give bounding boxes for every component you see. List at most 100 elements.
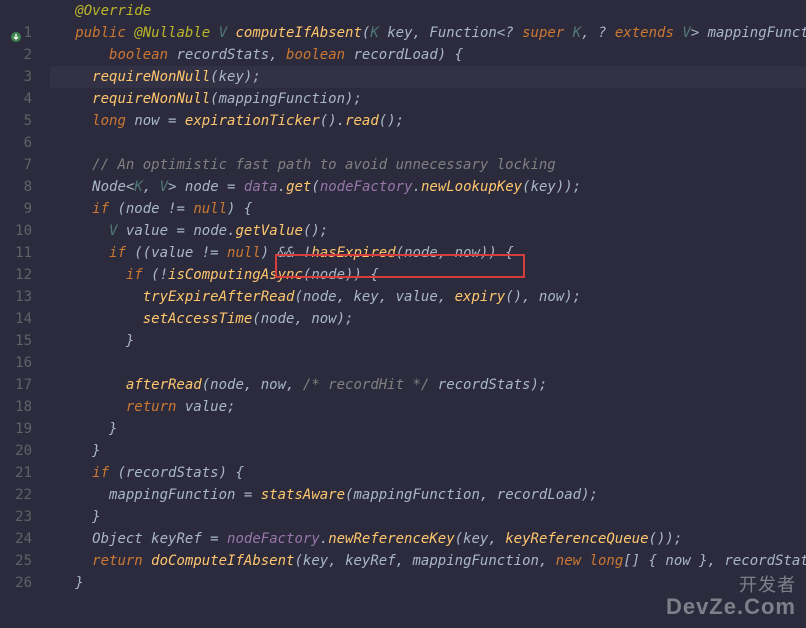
method-call: keyReferenceQueue	[505, 531, 648, 547]
keyword: if	[92, 201, 109, 217]
code-line[interactable]: if (recordStats) {	[50, 462, 806, 484]
type: Node	[92, 179, 126, 195]
code-line[interactable]: tryExpireAfterRead(node, key, value, exp…	[50, 286, 806, 308]
code-line[interactable]: @Override	[50, 0, 806, 22]
gutter-line: 19	[0, 418, 32, 440]
param: recordLoad	[497, 487, 581, 503]
param: recordStats	[126, 465, 219, 481]
local-var: node	[261, 311, 295, 327]
code-line[interactable]: if (!isComputingAsync(node)) {	[50, 264, 806, 286]
gutter-line: 17	[0, 374, 32, 396]
method-call: setAccessTime	[143, 311, 253, 327]
method-call: newReferenceKey	[328, 531, 454, 547]
gutter-line: 15	[0, 330, 32, 352]
code-line[interactable]: afterRead(node, now, /* recordHit */ rec…	[50, 374, 806, 396]
local-var: value	[126, 223, 168, 239]
code-line[interactable]: requireNonNull(mappingFunction);	[50, 88, 806, 110]
code-line[interactable]: }	[50, 330, 806, 352]
local-var: node	[311, 267, 345, 283]
keyword: return	[92, 553, 143, 569]
code-line[interactable]: long now = expirationTicker().read();	[50, 110, 806, 132]
gutter-line: 26	[0, 572, 32, 594]
gutter-line: 12	[0, 264, 32, 286]
keyword: new	[556, 553, 581, 569]
code-line[interactable]: if ((value != null) && !hasExpired(node,…	[50, 242, 806, 264]
code-line[interactable]: mappingFunction = statsAware(mappingFunc…	[50, 484, 806, 506]
type-param: V	[109, 223, 117, 239]
param: key	[353, 289, 378, 305]
watermark-line1: 开发者	[666, 574, 796, 596]
type: Object	[92, 531, 143, 547]
keyword: if	[92, 465, 109, 481]
watermark: 开发者 DevZe.Com	[666, 574, 796, 618]
field: nodeFactory	[320, 179, 413, 195]
param: mappingFunction	[353, 487, 479, 503]
keyword: if	[109, 245, 126, 261]
watermark-line2: DevZe.Com	[666, 596, 796, 618]
code-line[interactable]: Node<K, V> node = data.get(nodeFactory.n…	[50, 176, 806, 198]
method-call: expirationTicker	[185, 113, 320, 129]
type: long	[590, 553, 624, 569]
gutter-line: 14	[0, 308, 32, 330]
code-line[interactable]: }	[50, 506, 806, 528]
local-var: now	[134, 113, 159, 129]
code-line[interactable]	[50, 132, 806, 154]
param: key	[387, 25, 412, 41]
local-var: node	[404, 245, 438, 261]
type-param: V	[682, 25, 690, 41]
local-var: value	[185, 399, 227, 415]
code-line[interactable]: public @Nullable V computeIfAbsent(K key…	[50, 22, 806, 44]
param: recordStats	[438, 377, 531, 393]
gutter-line: 10	[0, 220, 32, 242]
field: nodeFactory	[227, 531, 320, 547]
override-gutter-icon[interactable]	[10, 28, 20, 38]
code-editor[interactable]: 1 2 3 4 5 6 7 8 9 10 11 12 13 14 15 16 1…	[0, 0, 806, 628]
local-var: now	[665, 553, 690, 569]
code-line[interactable]: }	[50, 418, 806, 440]
method-call: read	[345, 113, 379, 129]
gutter-line: 24	[0, 528, 32, 550]
param: key	[531, 179, 556, 195]
code-line[interactable]: Object keyRef = nodeFactory.newReference…	[50, 528, 806, 550]
local-var: now	[455, 245, 480, 261]
keyword-null: null	[193, 201, 227, 217]
code-line[interactable]: return value;	[50, 396, 806, 418]
code-line-highlighted[interactable]: requireNonNull(key);	[50, 66, 806, 88]
method-call: get	[286, 179, 311, 195]
code-line[interactable]: V value = node.getValue();	[50, 220, 806, 242]
type: Function	[429, 25, 496, 41]
param: key	[303, 553, 328, 569]
method-call: requireNonNull	[92, 69, 210, 85]
gutter-line: 8	[0, 176, 32, 198]
method-call: getValue	[236, 223, 303, 239]
gutter-line: 25	[0, 550, 32, 572]
code-line[interactable]: if (node != null) {	[50, 198, 806, 220]
code-line[interactable]: }	[50, 440, 806, 462]
code-content[interactable]: @Override public @Nullable V computeIfAb…	[42, 0, 806, 628]
code-line[interactable]	[50, 352, 806, 374]
local-var: value	[396, 289, 438, 305]
type-param: K	[134, 179, 142, 195]
code-line[interactable]: setAccessTime(node, now);	[50, 308, 806, 330]
keyword: return	[126, 399, 177, 415]
code-line[interactable]: return doComputeIfAbsent(key, keyRef, ma…	[50, 550, 806, 572]
param: key	[219, 69, 244, 85]
local-var: node	[303, 289, 337, 305]
param: mappingFunction	[219, 91, 345, 107]
method-call: tryExpireAfterRead	[143, 289, 295, 305]
method-call: doComputeIfAbsent	[151, 553, 294, 569]
method-call: newLookupKey	[421, 179, 522, 195]
gutter-line: 23	[0, 506, 32, 528]
gutter-line: 1	[0, 22, 32, 44]
code-line[interactable]: boolean recordStats, boolean recordLoad)…	[50, 44, 806, 66]
annotation-nullable: @Nullable	[134, 25, 210, 41]
method-call: requireNonNull	[92, 91, 210, 107]
gutter-line	[0, 0, 32, 22]
gutter-line: 5	[0, 110, 32, 132]
keyword-null: null	[227, 245, 261, 261]
gutter-line: 21	[0, 462, 32, 484]
keyword: extends	[615, 25, 674, 41]
param: key	[463, 531, 488, 547]
gutter-line: 16	[0, 352, 32, 374]
code-line[interactable]: // An optimistic fast path to avoid unne…	[50, 154, 806, 176]
